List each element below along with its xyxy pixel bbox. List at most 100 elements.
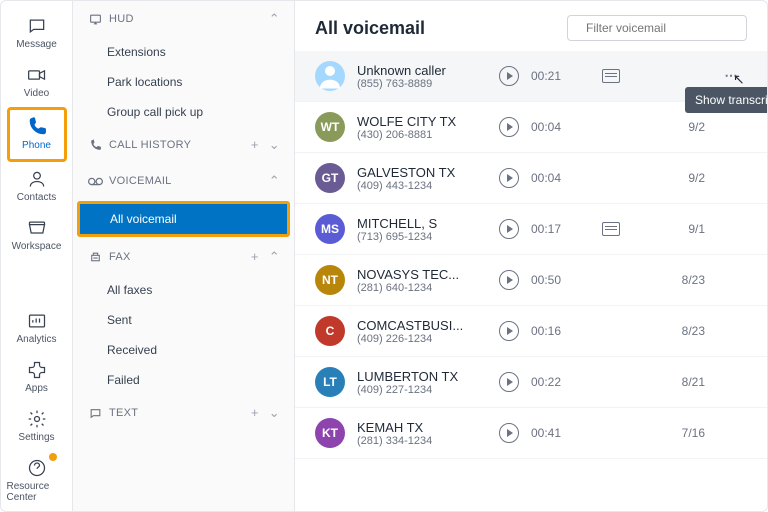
nav-section-label: TEXT xyxy=(109,407,138,419)
rail-label: Apps xyxy=(25,383,48,394)
rail-apps[interactable]: Apps xyxy=(7,353,67,402)
rail-label: Resource Center xyxy=(7,481,67,503)
add-icon[interactable]: + xyxy=(251,137,259,153)
duration: 00:22 xyxy=(531,375,579,389)
play-button[interactable] xyxy=(499,168,519,188)
caller-number: (281) 640-1234 xyxy=(357,282,487,294)
caller-number: (409) 227-1234 xyxy=(357,384,487,396)
avatar: C xyxy=(315,316,345,346)
caller-name: WOLFE CITY TX xyxy=(357,114,487,129)
rail-label: Contacts xyxy=(17,192,56,203)
play-button[interactable] xyxy=(499,372,519,392)
voicemail-row[interactable]: C COMCASTBUSI... (409) 226-1234 00:16 8/… xyxy=(295,306,767,357)
caller-number: (430) 206-8881 xyxy=(357,129,487,141)
nav-section-hud[interactable]: HUD ⌃ xyxy=(73,1,294,37)
rail-settings[interactable]: Settings xyxy=(7,402,67,451)
voicemail-row[interactable]: LT LUMBERTON TX (409) 227-1234 00:22 8/2… xyxy=(295,357,767,408)
filter-input[interactable] xyxy=(586,21,741,35)
fax-icon xyxy=(87,251,103,264)
contacts-icon xyxy=(27,168,47,190)
nav-section-label: CALL HISTORY xyxy=(109,139,191,151)
rail-label: Message xyxy=(16,39,57,50)
rail-label: Phone xyxy=(22,140,51,151)
rail-contacts[interactable]: Contacts xyxy=(7,162,67,211)
nav-section-label: VOICEMAIL xyxy=(109,175,172,187)
avatar xyxy=(315,61,345,91)
rail-analytics[interactable]: Analytics xyxy=(7,304,67,353)
settings-icon xyxy=(27,408,47,430)
chevron-up-icon[interactable]: ⌃ xyxy=(269,249,280,265)
play-button[interactable] xyxy=(499,219,519,239)
play-button[interactable] xyxy=(499,270,519,290)
avatar: KT xyxy=(315,418,345,448)
avatar: WT xyxy=(315,112,345,142)
caller-number: (409) 226-1234 xyxy=(357,333,487,345)
rail-phone[interactable]: Phone xyxy=(7,107,67,162)
add-icon[interactable]: + xyxy=(251,249,259,265)
nav-section-callhistory[interactable]: CALL HISTORY + ⌄ xyxy=(73,127,294,163)
voicemail-row[interactable]: Unknown caller (855) 763-8889 00:21 ⋯ ↖S… xyxy=(295,51,767,102)
nav-item[interactable]: Park locations xyxy=(73,67,294,97)
rail-message[interactable]: Message xyxy=(7,9,67,58)
rail-label: Analytics xyxy=(16,334,56,345)
avatar: NT xyxy=(315,265,345,295)
nav-section-label: FAX xyxy=(109,251,131,263)
more-button[interactable]: ⋯ xyxy=(717,68,747,84)
date: 7/16 xyxy=(665,426,705,440)
chevron-down-icon[interactable]: ⌄ xyxy=(269,137,280,153)
date: 8/23 xyxy=(665,324,705,338)
nav-section-voicemail[interactable]: VOICEMAIL ⌃ xyxy=(73,163,294,199)
page-title: All voicemail xyxy=(315,18,425,39)
rail-label: Workspace xyxy=(12,241,62,252)
nav-section-fax[interactable]: FAX + ⌃ xyxy=(73,239,294,275)
nav-item[interactable]: Extensions xyxy=(73,37,294,67)
nav-section-text[interactable]: TEXT + ⌄ xyxy=(73,395,294,431)
caller-number: (409) 443-1234 xyxy=(357,180,487,192)
play-button[interactable] xyxy=(499,66,519,86)
play-button[interactable] xyxy=(499,117,519,137)
caller-number: (281) 334-1234 xyxy=(357,435,487,447)
transcript-icon[interactable] xyxy=(602,69,620,83)
rail-label: Video xyxy=(24,88,49,99)
chevron-up-icon[interactable]: ⌃ xyxy=(269,173,280,189)
filter-box[interactable] xyxy=(567,15,747,41)
caller-number: (855) 763-8889 xyxy=(357,78,487,90)
resource-icon xyxy=(27,457,47,479)
callhistory-icon xyxy=(87,139,103,152)
nav-item[interactable]: Group call pick up xyxy=(73,97,294,127)
voicemail-row[interactable]: MS MITCHELL, S (713) 695-1234 00:17 9/1 xyxy=(295,204,767,255)
rail-resource[interactable]: Resource Center xyxy=(7,451,67,511)
caller-name: KEMAH TX xyxy=(357,420,487,435)
date: 9/2 xyxy=(665,120,705,134)
date: 9/1 xyxy=(665,222,705,236)
play-button[interactable] xyxy=(499,321,519,341)
date: 8/21 xyxy=(665,375,705,389)
play-button[interactable] xyxy=(499,423,519,443)
main-panel: All voicemail Unknown caller (855) 763-8… xyxy=(295,1,767,511)
caller-name: MITCHELL, S xyxy=(357,216,487,231)
voicemail-row[interactable]: NT NOVASYS TEC... (281) 640-1234 00:50 8… xyxy=(295,255,767,306)
nav-item[interactable]: Failed xyxy=(73,365,294,395)
rail-video[interactable]: Video xyxy=(7,58,67,107)
transcript-icon[interactable] xyxy=(602,222,620,236)
voicemail-row[interactable]: KT KEMAH TX (281) 334-1234 00:41 7/16 xyxy=(295,408,767,459)
add-icon[interactable]: + xyxy=(251,405,259,421)
text-icon xyxy=(87,407,103,420)
hud-icon xyxy=(87,13,103,26)
nav-item[interactable]: All voicemail xyxy=(77,201,290,237)
rail-label: Settings xyxy=(18,432,54,443)
nav-panel: HUD ⌃ ExtensionsPark locationsGroup call… xyxy=(73,1,295,511)
duration: 00:50 xyxy=(531,273,579,287)
nav-item[interactable]: Received xyxy=(73,335,294,365)
caller-name: COMCASTBUSI... xyxy=(357,318,487,333)
nav-item[interactable]: All faxes xyxy=(73,275,294,305)
voicemail-row[interactable]: GT GALVESTON TX (409) 443-1234 00:04 9/2 xyxy=(295,153,767,204)
caller-name: LUMBERTON TX xyxy=(357,369,487,384)
avatar: LT xyxy=(315,367,345,397)
chevron-down-icon[interactable]: ⌄ xyxy=(269,405,280,421)
nav-item[interactable]: Sent xyxy=(73,305,294,335)
rail-workspace[interactable]: Workspace xyxy=(7,211,67,260)
avatar: GT xyxy=(315,163,345,193)
chevron-up-icon[interactable]: ⌃ xyxy=(269,11,280,27)
duration: 00:21 xyxy=(531,69,579,83)
